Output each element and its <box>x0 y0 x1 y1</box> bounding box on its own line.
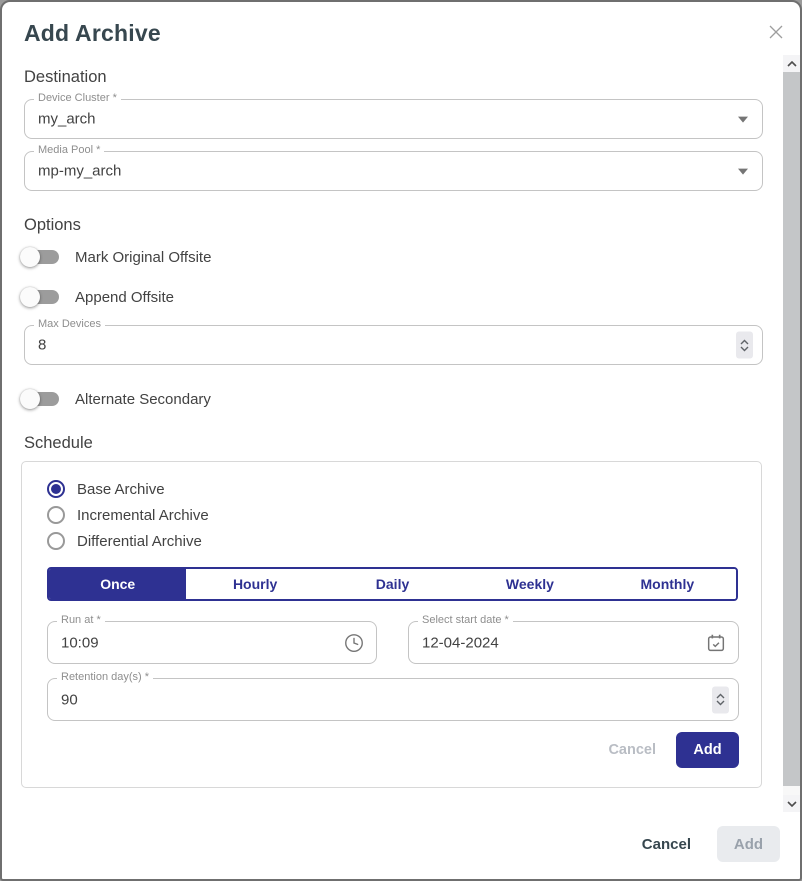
media-pool-select[interactable]: Media Pool * mp-my_arch <box>24 151 763 191</box>
chevron-down-icon <box>716 701 725 706</box>
tab-daily[interactable]: Daily <box>324 569 461 599</box>
scrollbar-up-icon <box>787 61 797 67</box>
dialog-title: Add Archive <box>24 20 161 47</box>
number-stepper[interactable] <box>736 332 753 359</box>
calendar-icon[interactable] <box>705 632 727 654</box>
device-cluster-select[interactable]: Device Cluster * my_arch <box>24 99 763 139</box>
append-offsite-row: Append Offsite <box>20 286 174 308</box>
tab-monthly[interactable]: Monthly <box>599 569 736 599</box>
add-archive-dialog: Add Archive Destination Device Cluster *… <box>0 0 802 881</box>
dialog-footer: Cancel Add <box>642 826 780 862</box>
chevron-up-icon <box>716 694 725 699</box>
toggle-thumb <box>20 247 40 267</box>
append-offsite-label: Append Offsite <box>75 289 174 306</box>
alternate-secondary-toggle[interactable] <box>20 389 60 409</box>
number-stepper[interactable] <box>712 686 729 713</box>
max-devices-label: Max Devices <box>34 318 105 330</box>
radio-label: Base Archive <box>77 481 165 498</box>
radio-differential-archive[interactable]: Differential Archive <box>47 531 202 551</box>
media-pool-label: Media Pool * <box>34 144 104 156</box>
tab-weekly[interactable]: Weekly <box>461 569 598 599</box>
schedule-cancel-button[interactable]: Cancel <box>608 742 656 758</box>
destination-heading: Destination <box>24 68 107 87</box>
retention-days-field[interactable]: Retention day(s) * 90 <box>47 678 739 721</box>
radio-label: Differential Archive <box>77 533 202 550</box>
run-at-value: 10:09 <box>61 634 99 651</box>
device-cluster-label: Device Cluster * <box>34 92 121 104</box>
scroll-up-button[interactable] <box>783 55 800 72</box>
tab-hourly[interactable]: Hourly <box>186 569 323 599</box>
close-button[interactable] <box>765 21 787 43</box>
radio-icon <box>47 506 65 524</box>
scrollbar-thumb[interactable] <box>783 72 800 786</box>
chevron-down-icon[interactable] <box>738 117 748 123</box>
scroll-down-button[interactable] <box>783 795 800 812</box>
retention-days-label: Retention day(s) * <box>57 671 153 683</box>
frequency-tabbar: Once Hourly Daily Weekly Monthly <box>47 567 738 601</box>
run-at-label: Run at * <box>57 614 105 626</box>
max-devices-field[interactable]: Max Devices 8 <box>24 325 763 365</box>
radio-icon <box>47 532 65 550</box>
footer-cancel-button[interactable]: Cancel <box>642 836 691 853</box>
chevron-up-icon <box>740 339 749 344</box>
schedule-actions: Cancel Add <box>608 732 739 768</box>
clock-icon[interactable] <box>343 632 365 654</box>
mark-original-offsite-label: Mark Original Offsite <box>75 249 211 266</box>
alternate-secondary-label: Alternate Secondary <box>75 391 211 408</box>
radio-icon <box>47 480 65 498</box>
footer-add-button[interactable]: Add <box>717 826 780 862</box>
max-devices-value: 8 <box>38 337 46 354</box>
alternate-secondary-row: Alternate Secondary <box>20 388 211 410</box>
toggle-thumb <box>20 287 40 307</box>
tab-once[interactable]: Once <box>49 569 186 599</box>
close-icon <box>768 24 784 40</box>
scrollbar-down-icon <box>787 801 797 807</box>
schedule-add-button[interactable]: Add <box>676 732 739 768</box>
mark-original-offsite-toggle[interactable] <box>20 247 60 267</box>
vertical-scrollbar[interactable] <box>783 55 800 812</box>
retention-days-value: 90 <box>61 691 78 708</box>
start-date-value: 12-04-2024 <box>422 634 499 651</box>
run-at-field[interactable]: Run at * 10:09 <box>47 621 377 664</box>
toggle-thumb <box>20 389 40 409</box>
schedule-heading: Schedule <box>24 434 93 453</box>
start-date-field[interactable]: Select start date * 12-04-2024 <box>408 621 739 664</box>
radio-incremental-archive[interactable]: Incremental Archive <box>47 505 209 525</box>
device-cluster-value: my_arch <box>38 111 96 128</box>
schedule-panel: Base Archive Incremental Archive Differe… <box>21 461 762 788</box>
chevron-down-icon <box>740 346 749 351</box>
append-offsite-toggle[interactable] <box>20 287 60 307</box>
radio-label: Incremental Archive <box>77 507 209 524</box>
mark-original-offsite-row: Mark Original Offsite <box>20 246 211 268</box>
media-pool-value: mp-my_arch <box>38 163 121 180</box>
radio-base-archive[interactable]: Base Archive <box>47 479 165 499</box>
start-date-label: Select start date * <box>418 614 513 626</box>
options-heading: Options <box>24 216 81 235</box>
chevron-down-icon[interactable] <box>738 169 748 175</box>
